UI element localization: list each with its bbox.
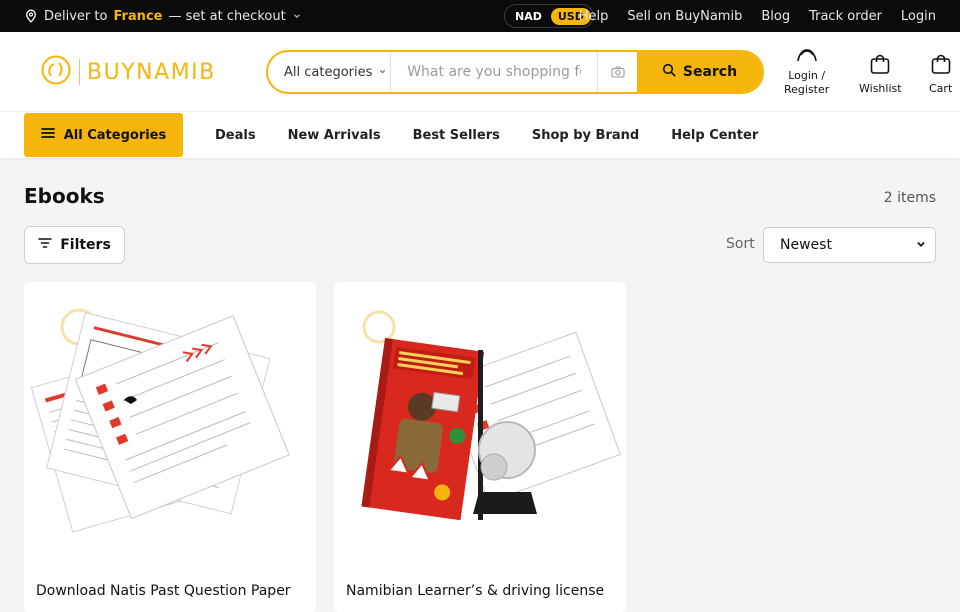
header: BUYNAMIB All categories Search Login / R…	[0, 32, 960, 112]
search-input[interactable]	[391, 52, 598, 92]
account-label-line1: Login /	[788, 69, 826, 82]
search-bar: All categories Search	[266, 50, 764, 94]
product-name[interactable]: Download Natis Past Question Paper	[36, 583, 291, 599]
product-image[interactable]	[334, 282, 626, 562]
track-order-link[interactable]: Track order	[809, 9, 882, 24]
nav-shop-by-brand[interactable]: Shop by Brand	[532, 128, 639, 143]
user-icon	[796, 46, 818, 69]
wishlist-button[interactable]: Wishlist	[859, 53, 902, 96]
product-image-graphic	[361, 310, 621, 521]
search-category-select[interactable]: All categories	[268, 52, 392, 92]
camera-search-button[interactable]	[597, 52, 637, 92]
sort-value: Newest	[780, 237, 832, 253]
product-card[interactable]: Namibian Learner’s & driving license	[334, 282, 626, 612]
search-category-label: All categories	[284, 64, 373, 80]
filters-button[interactable]: Filters	[24, 226, 125, 264]
page-title: Ebooks	[24, 184, 105, 208]
nav-help-center[interactable]: Help Center	[671, 128, 758, 143]
chevron-down-icon	[916, 237, 926, 253]
camera-icon	[611, 63, 625, 82]
deliver-suffix: — set at checkout	[168, 8, 286, 24]
filters-label: Filters	[60, 237, 111, 253]
deliver-to-selector[interactable]: Deliver to France — set at checkout	[24, 0, 302, 32]
wishlist-label: Wishlist	[859, 82, 902, 95]
cart-button[interactable]: Cart	[929, 53, 952, 96]
nav-best-sellers[interactable]: Best Sellers	[413, 128, 500, 143]
deliver-prefix: Deliver to	[44, 8, 108, 24]
logo-mark-icon	[40, 54, 72, 90]
nav-new-arrivals[interactable]: New Arrivals	[288, 128, 381, 143]
help-link[interactable]: Help	[579, 9, 609, 24]
sell-link[interactable]: Sell on BuyNamib	[627, 9, 742, 24]
deliver-country: France	[113, 8, 163, 24]
product-name[interactable]: Namibian Learner’s & driving license	[346, 583, 604, 599]
search-button[interactable]: Search	[636, 52, 762, 92]
cart-bag-icon	[930, 53, 952, 82]
login-link[interactable]: Login	[901, 9, 936, 24]
top-bar: Deliver to France — set at checkout NAD …	[0, 0, 960, 32]
currency-option-nad[interactable]: NAD	[508, 8, 549, 25]
product-image-graphic	[30, 308, 290, 533]
blog-link[interactable]: Blog	[761, 9, 790, 24]
all-categories-label: All Categories	[63, 127, 167, 143]
nav-deals[interactable]: Deals	[215, 128, 256, 143]
account-button[interactable]: Login / Register	[784, 46, 829, 97]
nav-links: Deals New Arrivals Best Sellers Shop by …	[215, 112, 758, 158]
logo-divider	[79, 59, 80, 85]
account-label-line2: Register	[784, 83, 830, 96]
menu-icon	[40, 127, 55, 143]
item-count: 2 items	[883, 190, 936, 206]
all-categories-button[interactable]: All Categories	[24, 113, 183, 157]
top-links: Help Sell on BuyNamib Blog Track order L…	[579, 0, 936, 32]
product-image[interactable]	[24, 282, 316, 562]
sort-label: Sort	[726, 236, 755, 252]
cart-label: Cart	[929, 82, 953, 95]
category-nav: All Categories Deals New Arrivals Best S…	[0, 112, 960, 158]
bag-icon	[869, 53, 891, 82]
logo-text: BUYNAMIB	[87, 59, 216, 85]
location-pin-icon	[24, 9, 38, 23]
sort-select[interactable]: Newest	[763, 227, 936, 263]
product-card[interactable]: Download Natis Past Question Paper	[24, 282, 316, 612]
search-icon	[662, 63, 676, 81]
chevron-down-icon	[292, 11, 302, 21]
chevron-down-icon	[378, 65, 387, 80]
logo[interactable]: BUYNAMIB	[40, 54, 216, 90]
filter-icon	[38, 237, 53, 253]
search-button-label: Search	[682, 64, 738, 80]
